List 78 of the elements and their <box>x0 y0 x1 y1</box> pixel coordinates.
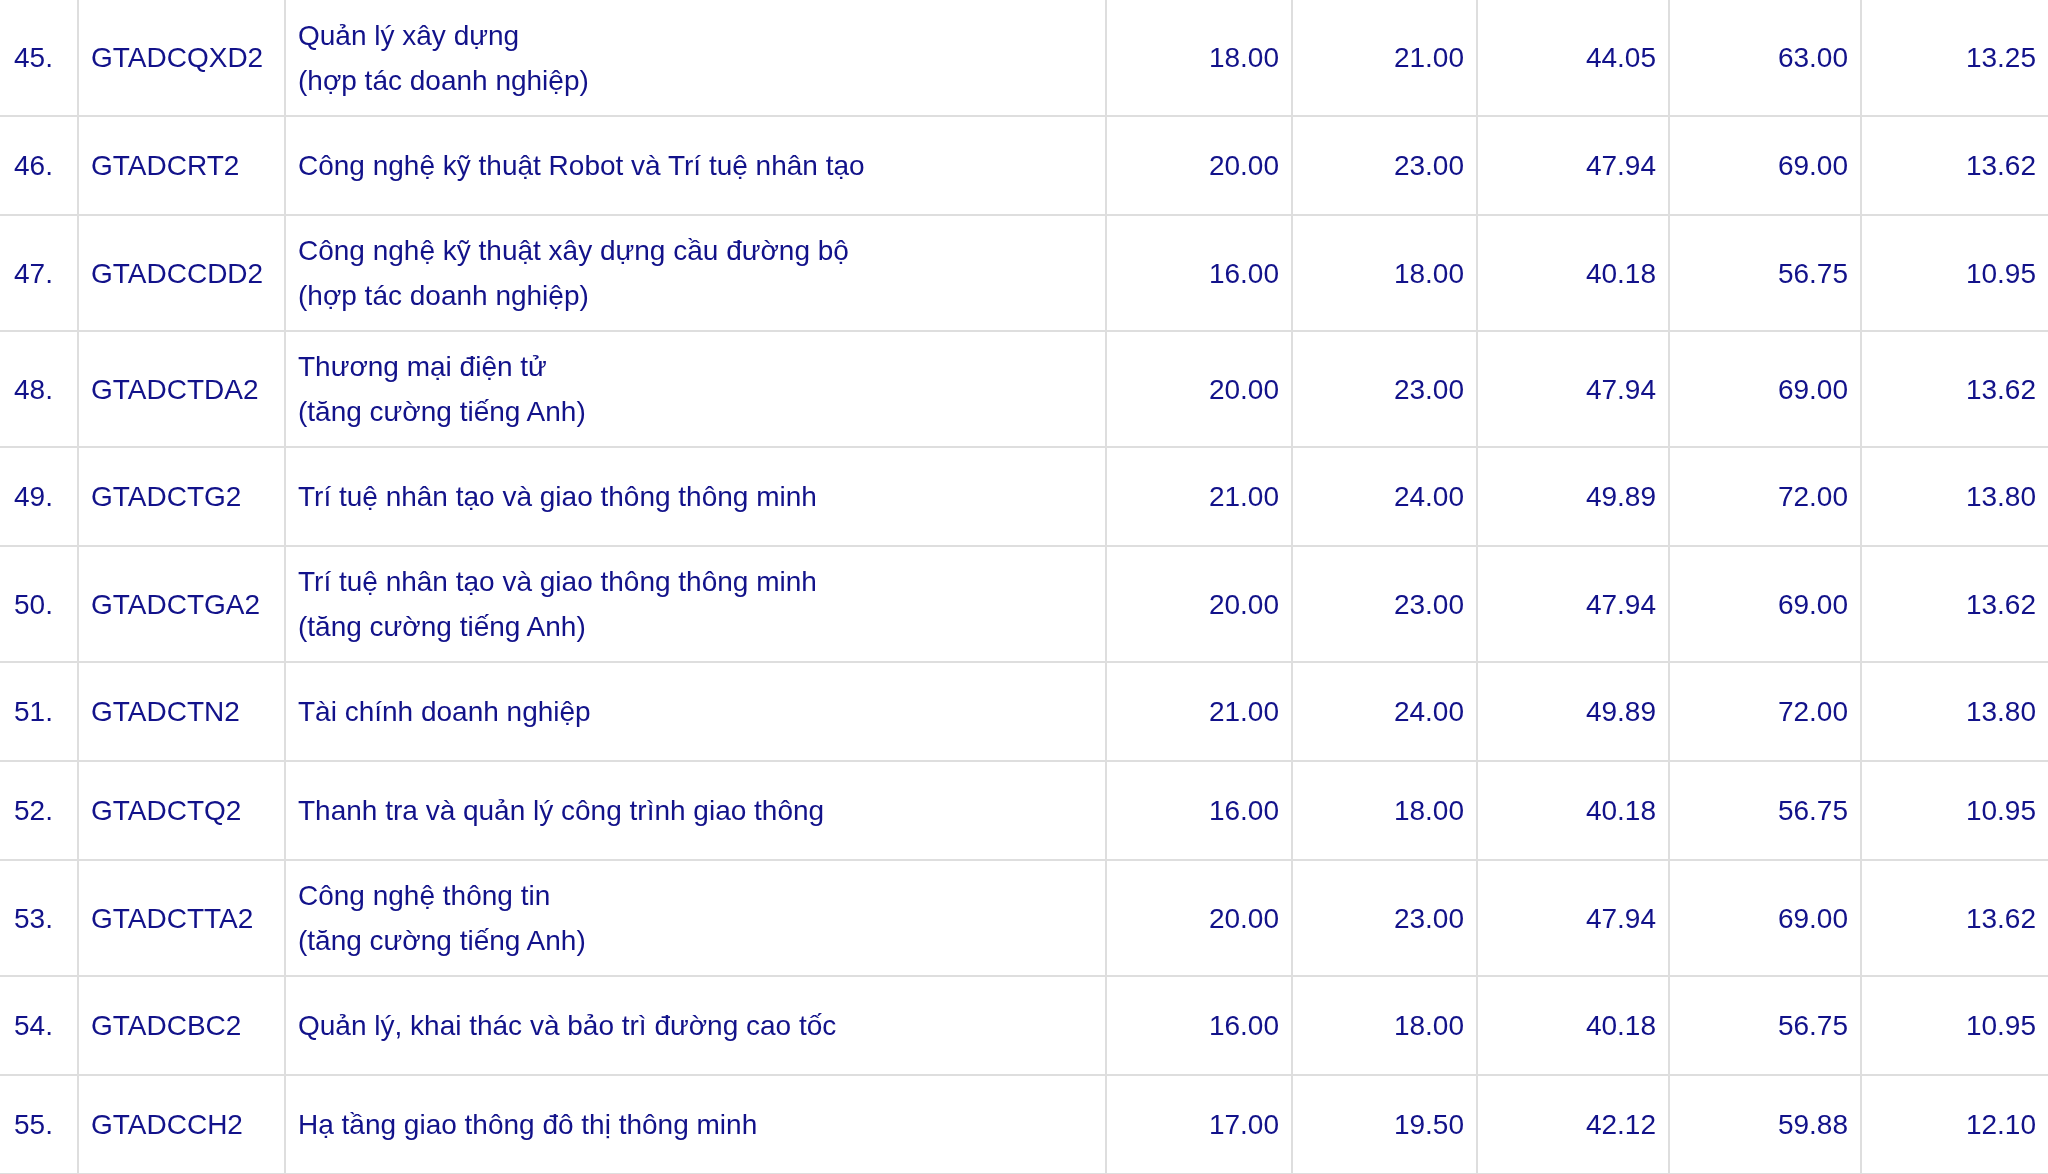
score-value: 16.00 <box>1106 976 1292 1075</box>
score-value: 20.00 <box>1106 116 1292 215</box>
score-value: 17.00 <box>1106 1075 1292 1174</box>
program-name: Thương mại điện tử (tăng cường tiếng Anh) <box>285 331 1106 447</box>
score-value: 19.50 <box>1292 1075 1477 1174</box>
program-name: Trí tuệ nhân tạo và giao thông thông minh <box>285 447 1106 546</box>
row-number: 51. <box>0 662 78 761</box>
program-code: GTADCTDA2 <box>78 331 285 447</box>
row-number: 46. <box>0 116 78 215</box>
program-code: GTADCRT2 <box>78 116 285 215</box>
program-code: GTADCCDD2 <box>78 215 285 331</box>
score-value: 56.75 <box>1669 761 1861 860</box>
score-value: 24.00 <box>1292 447 1477 546</box>
score-value: 69.00 <box>1669 860 1861 976</box>
program-code: GTADCQXD2 <box>78 0 285 116</box>
score-value: 13.25 <box>1861 0 2048 116</box>
row-number: 45. <box>0 0 78 116</box>
score-value: 20.00 <box>1106 860 1292 976</box>
row-number: 53. <box>0 860 78 976</box>
score-value: 23.00 <box>1292 331 1477 447</box>
row-number: 50. <box>0 546 78 662</box>
program-name: Quản lý xây dựng (hợp tác doanh nghiệp) <box>285 0 1106 116</box>
score-value: 18.00 <box>1292 976 1477 1075</box>
score-value: 23.00 <box>1292 860 1477 976</box>
score-value: 47.94 <box>1477 116 1669 215</box>
program-name: Công nghệ kỹ thuật Robot và Trí tuệ nhân tạo <box>285 116 1106 215</box>
row-number: 47. <box>0 215 78 331</box>
row-number: 49. <box>0 447 78 546</box>
score-value: 69.00 <box>1669 331 1861 447</box>
program-code: GTADCBC2 <box>78 976 285 1075</box>
row-number: 48. <box>0 331 78 447</box>
score-value: 47.94 <box>1477 331 1669 447</box>
score-value: 44.05 <box>1477 0 1669 116</box>
score-value: 24.00 <box>1292 662 1477 761</box>
score-value: 21.00 <box>1106 662 1292 761</box>
score-value: 20.00 <box>1106 331 1292 447</box>
score-value: 56.75 <box>1669 215 1861 331</box>
program-code: GTADCCH2 <box>78 1075 285 1174</box>
program-name: Thanh tra và quản lý công trình giao thông <box>285 761 1106 860</box>
score-value: 63.00 <box>1669 0 1861 116</box>
score-value: 20.00 <box>1106 546 1292 662</box>
score-value: 18.00 <box>1292 215 1477 331</box>
program-code: GTADCTQ2 <box>78 761 285 860</box>
score-value: 21.00 <box>1292 0 1477 116</box>
score-value: 69.00 <box>1669 116 1861 215</box>
score-value: 40.18 <box>1477 761 1669 860</box>
program-name: Hạ tầng giao thông đô thị thông minh <box>285 1075 1106 1174</box>
score-value: 18.00 <box>1292 761 1477 860</box>
program-name: Công nghệ kỹ thuật xây dựng cầu đường bộ (hợp tác doanh nghiệp) <box>285 215 1106 331</box>
row-number: 54. <box>0 976 78 1075</box>
score-value: 72.00 <box>1669 447 1861 546</box>
program-name: Trí tuệ nhân tạo và giao thông thông minh (tăng cường tiếng Anh) <box>285 546 1106 662</box>
program-name: Tài chính doanh nghiệp <box>285 662 1106 761</box>
score-value: 59.88 <box>1669 1075 1861 1174</box>
row-number: 55. <box>0 1075 78 1174</box>
score-value: 42.12 <box>1477 1075 1669 1174</box>
program-code: GTADCTGA2 <box>78 546 285 662</box>
program-name: Công nghệ thông tin (tăng cường tiếng Anh) <box>285 860 1106 976</box>
score-value: 23.00 <box>1292 116 1477 215</box>
program-name: Quản lý, khai thác và bảo trì đường cao tốc <box>285 976 1106 1075</box>
score-value: 49.89 <box>1477 447 1669 546</box>
score-value: 72.00 <box>1669 662 1861 761</box>
program-code: GTADCTN2 <box>78 662 285 761</box>
score-value: 47.94 <box>1477 546 1669 662</box>
program-code: GTADCTG2 <box>78 447 285 546</box>
score-value: 69.00 <box>1669 546 1861 662</box>
score-value: 23.00 <box>1292 546 1477 662</box>
score-value: 16.00 <box>1106 215 1292 331</box>
score-value: 49.89 <box>1477 662 1669 761</box>
row-number: 52. <box>0 761 78 860</box>
score-value: 21.00 <box>1106 447 1292 546</box>
score-value: 47.94 <box>1477 860 1669 976</box>
program-code: GTADCTTA2 <box>78 860 285 976</box>
score-value: 40.18 <box>1477 976 1669 1075</box>
score-value: 18.00 <box>1106 0 1292 116</box>
score-value: 16.00 <box>1106 761 1292 860</box>
score-value: 56.75 <box>1669 976 1861 1075</box>
score-value: 40.18 <box>1477 215 1669 331</box>
